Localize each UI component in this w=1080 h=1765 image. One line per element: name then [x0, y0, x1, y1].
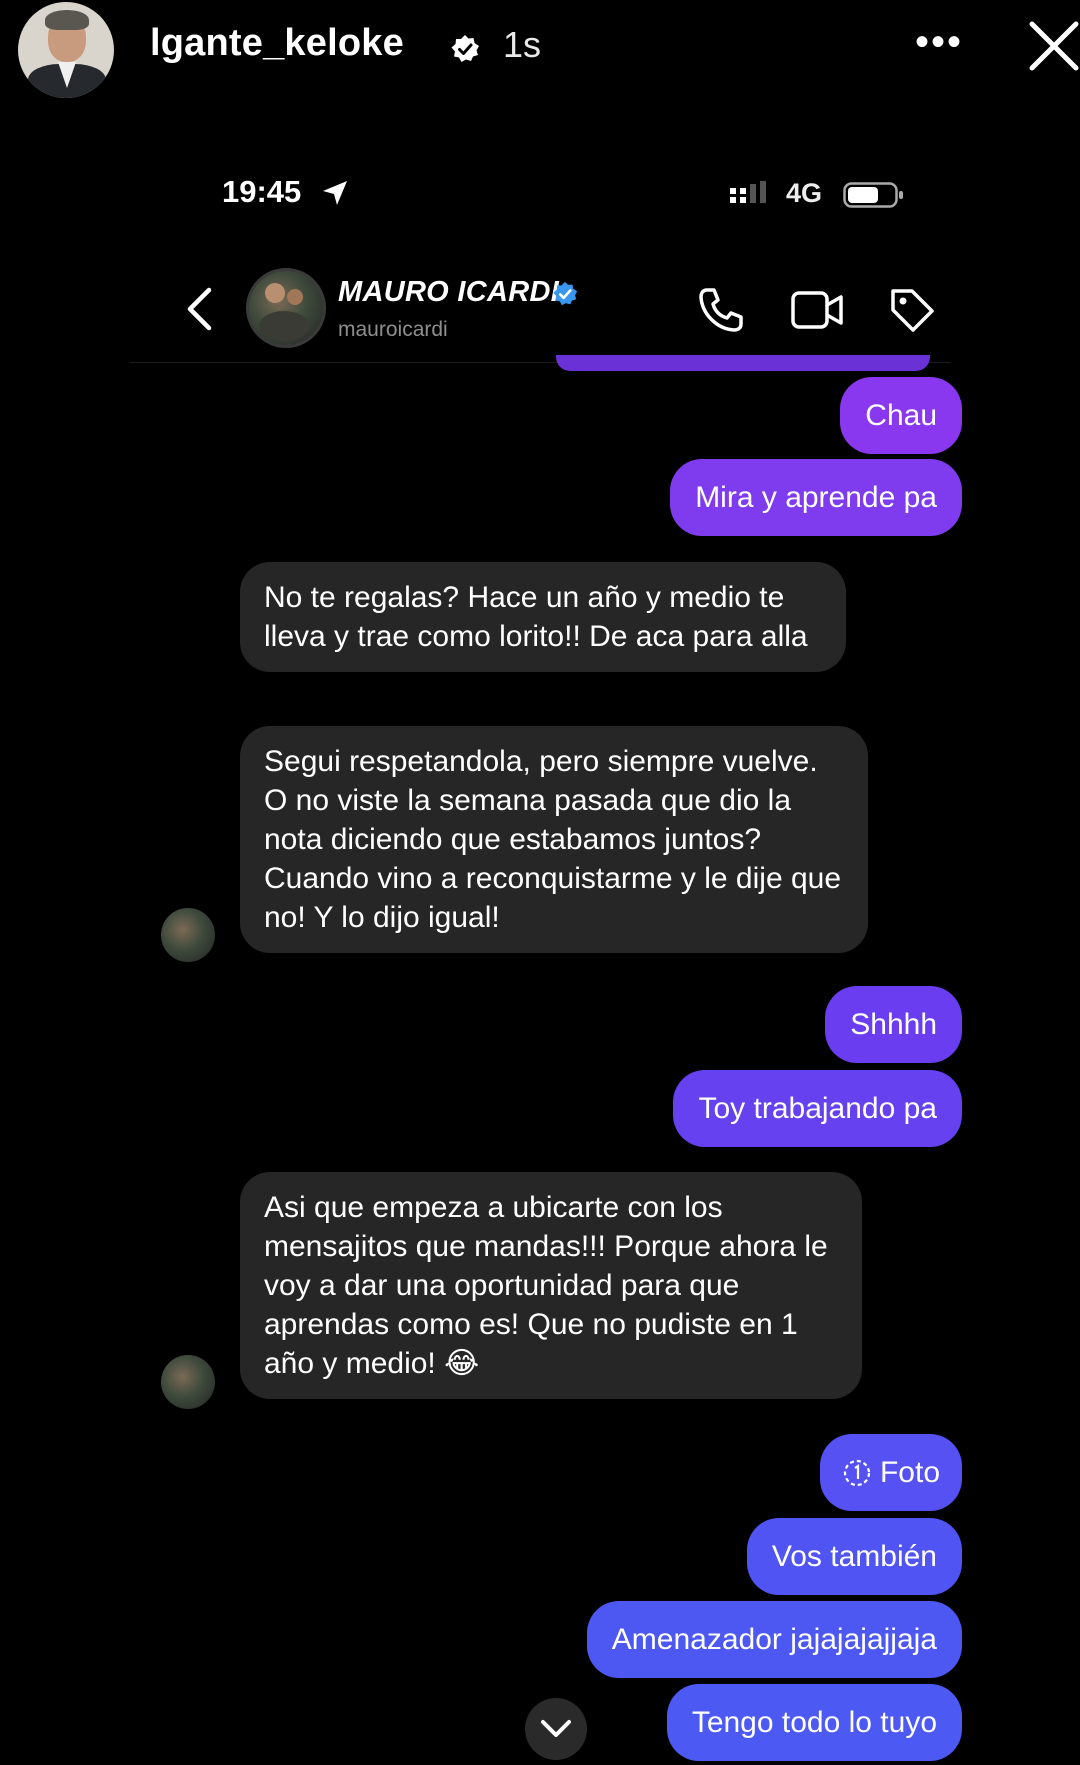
message-outgoing[interactable]: Tengo todo lo tuyo — [666, 1684, 962, 1761]
chat-contact-name[interactable]: MAURO ICARDI — [338, 276, 559, 309]
story-username[interactable]: lgante_keloke — [150, 22, 404, 65]
photo-label: Foto — [879, 1456, 940, 1489]
photo-message[interactable]: Foto — [819, 1434, 962, 1511]
contact-avatar[interactable] — [161, 908, 215, 962]
close-icon[interactable] — [1026, 18, 1080, 74]
contact-avatar[interactable] — [161, 1355, 215, 1409]
verified-badge-icon — [553, 281, 578, 306]
phone-call-icon[interactable] — [697, 286, 745, 334]
chat-contact-handle: mauroicardi — [338, 318, 448, 341]
message-outgoing[interactable]: Amenazador jajajajajjaja — [586, 1601, 962, 1678]
chevron-down-icon — [541, 1720, 571, 1737]
chat-avatar[interactable] — [246, 268, 326, 348]
video-call-icon[interactable] — [790, 288, 844, 332]
signal-icon — [730, 181, 766, 203]
battery-icon — [843, 182, 903, 208]
story-time: 1s — [503, 24, 542, 65]
location-arrow-icon — [323, 181, 347, 205]
message-outgoing[interactable]: Vos también — [746, 1518, 962, 1595]
previous-message-bubble — [556, 355, 930, 371]
message-incoming[interactable]: Segui respetandola, pero siempre vuelve.… — [240, 726, 868, 953]
message-outgoing[interactable]: Shhhh — [825, 986, 962, 1063]
status-time: 19:45 — [222, 174, 302, 209]
message-incoming[interactable]: No te regalas? Hace un año y medio te ll… — [240, 562, 846, 672]
tag-icon[interactable] — [888, 286, 936, 334]
view-once-icon — [843, 1459, 871, 1486]
message-outgoing[interactable]: Toy trabajando pa — [673, 1070, 962, 1147]
scroll-to-bottom-button[interactable] — [525, 1698, 587, 1760]
message-outgoing[interactable]: Chau — [840, 377, 962, 454]
network-type: 4G — [786, 178, 823, 208]
message-outgoing[interactable]: Mira y aprende pa — [670, 459, 962, 536]
more-options-icon[interactable]: ••• — [915, 22, 963, 62]
verified-badge-icon — [451, 35, 479, 62]
message-incoming[interactable]: Asi que empeza a ubicarte con los mensaj… — [240, 1172, 862, 1399]
story-avatar[interactable] — [18, 2, 114, 98]
back-chevron-icon[interactable] — [183, 286, 215, 332]
